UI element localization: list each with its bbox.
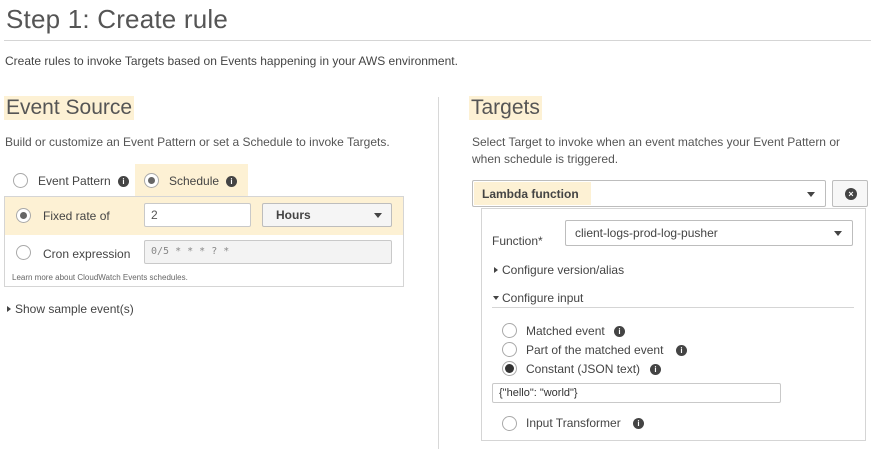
chevron-down-icon (374, 213, 382, 218)
targets-description-line2: when schedule is triggered. (472, 152, 619, 166)
fixed-rate-value-input[interactable]: 2 (144, 203, 251, 227)
part-of-matched-event-label: Part of the matched event (526, 343, 664, 357)
rate-unit-select[interactable]: Hours (262, 203, 392, 227)
schedule-label: Schedule (169, 174, 220, 188)
configure-input-divider (492, 307, 854, 308)
function-label: Function* (492, 234, 543, 248)
matched-event-label: Matched event (526, 324, 605, 338)
page-intro: Create rules to invoke Targets based on … (5, 54, 458, 68)
expand-right-icon (494, 267, 498, 273)
cron-expression-label: Cron expression (43, 247, 131, 261)
expand-right-icon (7, 306, 11, 312)
remove-target-button[interactable]: × (832, 180, 868, 207)
input-transformer-radio[interactable] (502, 416, 517, 431)
event-pattern-radio[interactable] (13, 173, 28, 188)
matched-event-radio[interactable] (502, 323, 517, 338)
info-icon[interactable]: i (650, 364, 661, 375)
fixed-rate-radio[interactable] (16, 208, 31, 223)
collapse-down-icon (493, 296, 499, 300)
chevron-down-icon (834, 231, 842, 236)
input-transformer-label: Input Transformer (526, 416, 621, 430)
remove-target-icon: × (845, 188, 857, 200)
schedule-radio[interactable] (144, 173, 159, 188)
targets-description-line1: Select Target to invoke when an event ma… (472, 135, 840, 149)
constant-json-label: Constant (JSON text) (526, 362, 641, 376)
event-pattern-label: Event Pattern (38, 174, 111, 188)
configure-input-toggle[interactable]: Configure input (502, 291, 583, 305)
function-select[interactable]: client-logs-prod-log-pusher (565, 220, 853, 246)
info-icon[interactable]: i (633, 418, 644, 429)
function-value: client-logs-prod-log-pusher (575, 226, 718, 240)
target-type-value: Lambda function (482, 187, 579, 201)
title-divider (4, 40, 871, 41)
page-title: Step 1: Create rule (6, 4, 229, 34)
target-type-select[interactable]: Lambda function (472, 180, 826, 207)
learn-more-schedules-link[interactable]: Learn more about CloudWatch Events sched… (12, 273, 188, 282)
cron-expression-radio[interactable] (16, 245, 31, 260)
info-icon[interactable]: i (676, 345, 687, 356)
show-sample-events-toggle[interactable]: Show sample event(s) (15, 302, 134, 316)
rate-unit-value: Hours (276, 208, 311, 222)
constant-json-input[interactable]: {"hello": "world"} (492, 383, 781, 403)
info-icon[interactable]: i (118, 176, 129, 187)
event-source-description: Build or customize an Event Pattern or s… (5, 135, 390, 149)
cron-expression-input[interactable]: 0/5 * * * ? * (144, 240, 392, 264)
chevron-down-icon (807, 192, 815, 197)
part-of-matched-event-radio[interactable] (502, 342, 517, 357)
fixed-rate-label: Fixed rate of (43, 209, 110, 223)
event-source-title: Event Source (4, 96, 135, 120)
configure-version-alias-toggle[interactable]: Configure version/alias (502, 263, 624, 277)
constant-json-radio[interactable] (502, 361, 517, 376)
targets-title: Targets (469, 96, 542, 120)
info-icon[interactable]: i (614, 326, 625, 337)
info-icon[interactable]: i (226, 176, 237, 187)
column-divider (438, 97, 439, 449)
